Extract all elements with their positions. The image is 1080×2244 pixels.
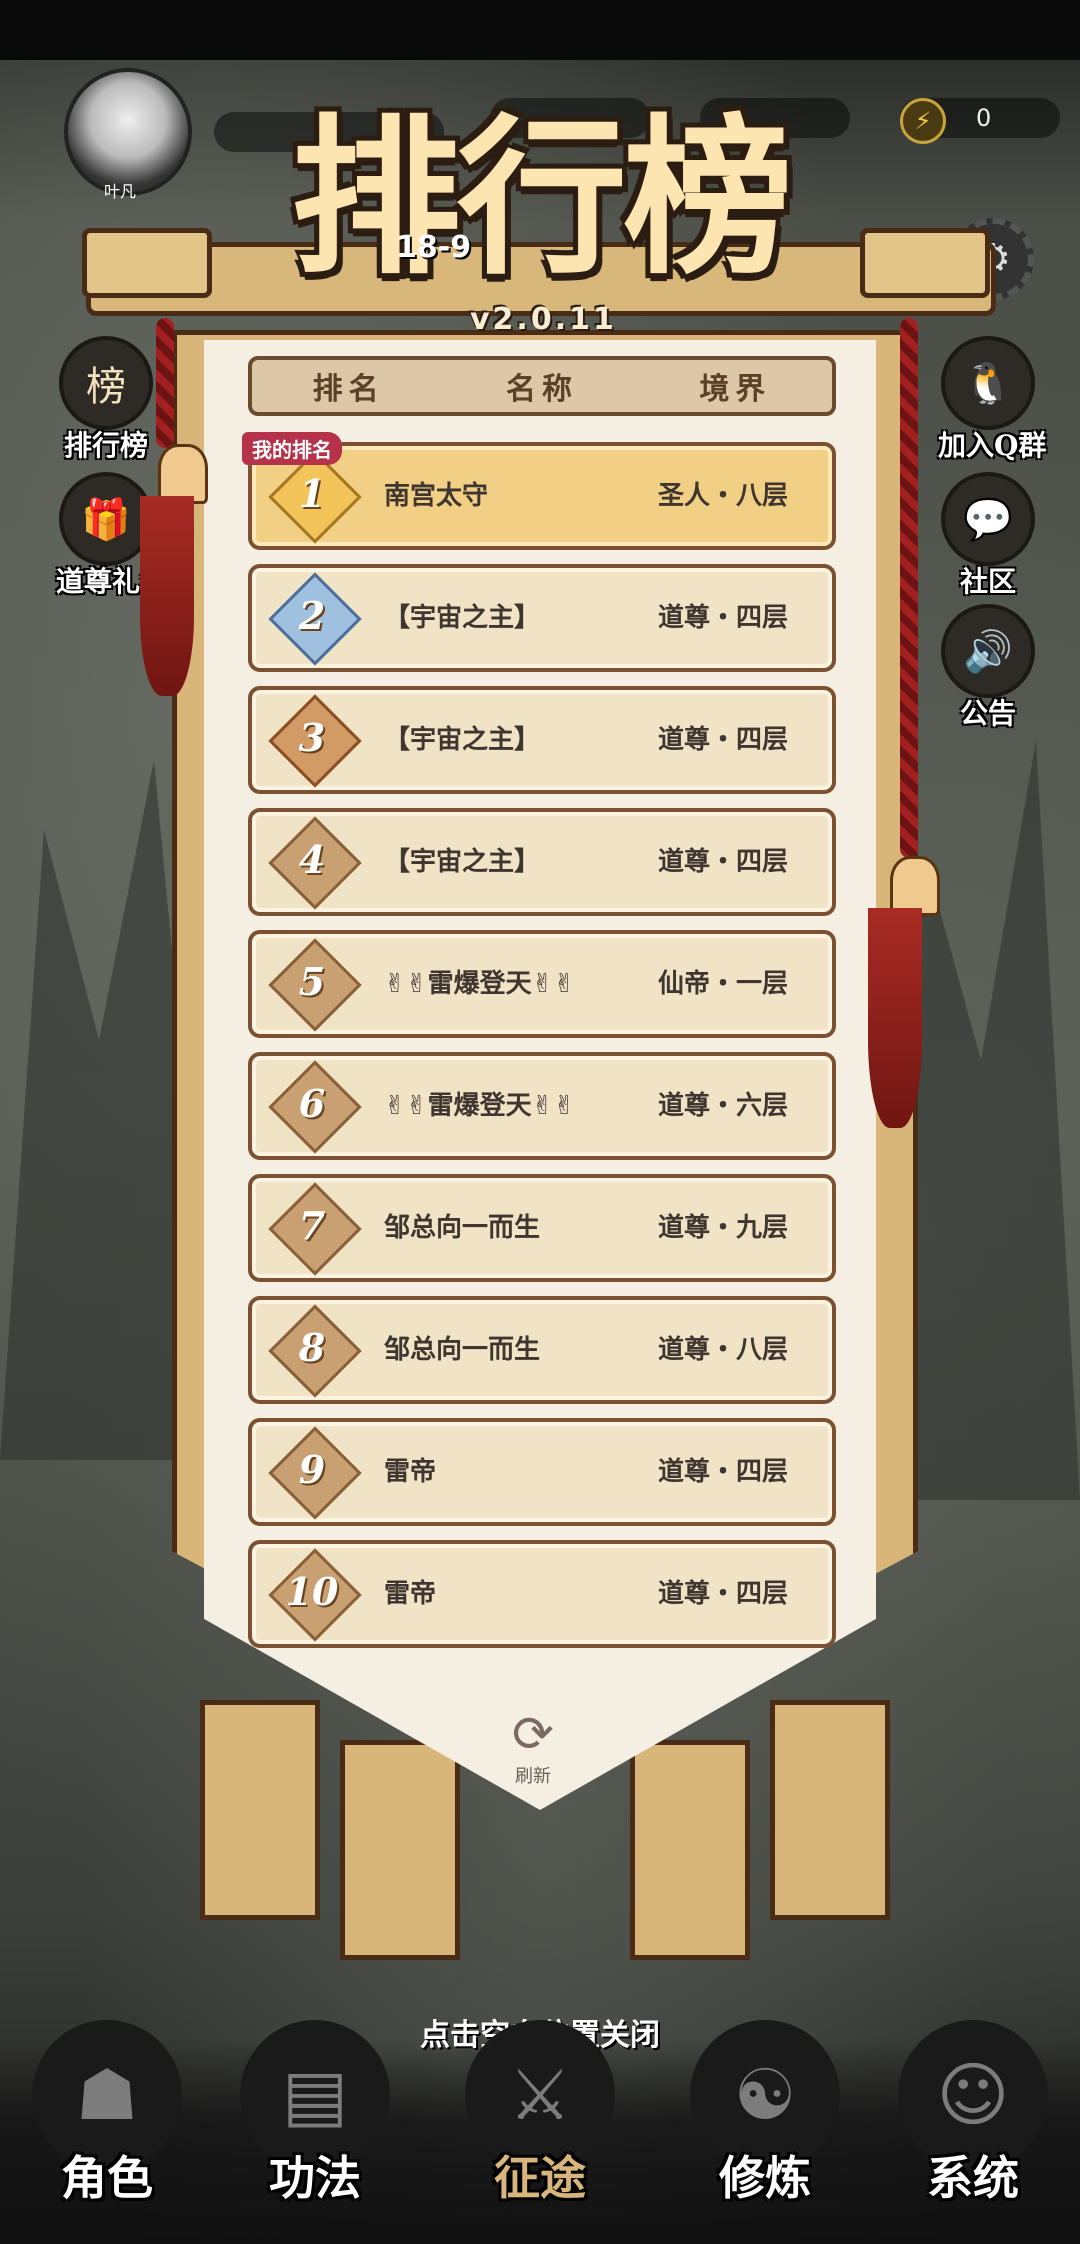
side-button-community[interactable]: 💬 社区 [938,472,1038,600]
nav-tab-label: 修炼 [719,2151,811,2205]
player-name: ✌✌雷爆登天✌✌ [384,1091,576,1121]
player-name: 南宫太守 [384,481,489,511]
nav-tab-character[interactable]: ☗ 角色 [22,2020,192,2240]
player-realm: 道尊・八层 [657,1335,788,1365]
player-name: 雷帝 [384,1579,437,1609]
side-button-qq-group[interactable]: 🐧 加入Q群 [938,336,1047,464]
header-rank: 排名 [312,372,385,407]
qq-penguin-icon: 🐧 [941,336,1035,430]
player-realm: 道尊・四层 [657,603,788,633]
table-row[interactable]: 4 【宇宙之主】 道尊・四层 [248,808,836,916]
tassel-knot-right [890,856,940,916]
refresh-button[interactable]: ⟳ 刷新 [503,1706,563,1788]
table-row[interactable]: 8 邹总向一而生 道尊・八层 [248,1296,836,1404]
player-realm: 道尊・四层 [657,1579,788,1609]
player-realm: 道尊・六层 [657,1091,788,1121]
tassel-tail-right [868,908,922,1128]
rank-number: 3 [298,715,326,760]
header-realm: 境界 [699,372,772,407]
player-realm: 道尊・四层 [657,1457,788,1487]
player-name: ✌✌雷爆登天✌✌ [384,969,576,999]
nav-tab-journey[interactable]: ⚔ 征途 [455,2020,625,2240]
table-row[interactable]: 9 雷帝 道尊・四层 [248,1418,836,1526]
refresh-icon: ⟳ [512,1705,554,1763]
player-name: 雷帝 [384,1457,437,1487]
refresh-label: 刷新 [515,1766,551,1787]
player-name: 邹总向一而生 [384,1335,541,1365]
chat-bubble-icon: 💬 [941,472,1035,566]
tassel-tail-left [140,496,194,696]
table-row[interactable]: 10 雷帝 道尊・四层 [248,1540,836,1648]
player-realm: 圣人・八层 [657,481,788,511]
nav-tab-label: 系统 [927,2151,1019,2205]
player-realm: 道尊・四层 [657,847,788,877]
nav-tab-label: 征途 [494,2151,586,2205]
side-button-label: 社区 [959,565,1016,598]
player-name: 【宇宙之主】 [384,603,541,633]
table-row[interactable]: 6 ✌✌雷爆登天✌✌ 道尊・六层 [248,1052,836,1160]
player-realm: 道尊・九层 [657,1213,788,1243]
table-row[interactable]: 3 【宇宙之主】 道尊・四层 [248,686,836,794]
banner-fringe [630,1740,750,1960]
side-button-label: 公告 [959,697,1016,730]
page-title: 排行榜 [290,98,793,298]
side-button-ranking[interactable]: 榜 排行榜 [56,336,156,464]
speaker-icon: 🔊 [941,604,1035,698]
rank-number: 4 [298,837,326,882]
tassel-knot-left [158,444,208,504]
player-name: 邹总向一而生 [384,1213,541,1243]
rank-number: 7 [298,1203,326,1248]
rank-number: 6 [298,1081,326,1126]
rank-number: 8 [298,1325,326,1370]
nav-tab-skills[interactable]: ▤ 功法 [230,2020,400,2240]
side-button-label: 加入Q群 [938,429,1047,462]
player-realm: 仙帝・一层 [657,969,788,999]
rank-number: 10 [285,1569,339,1614]
nav-tab-label: 角色 [61,2151,153,2205]
status-bar [0,0,1080,60]
tassel-cord-left [156,318,174,448]
ranking-table-header: 排名 名称 境界 [248,356,836,416]
player-name: 【宇宙之主】 [384,847,541,877]
table-row[interactable]: 7 邹总向一而生 道尊・九层 [248,1174,836,1282]
my-rank-tag: 我的排名 [242,432,342,465]
side-button-label: 排行榜 [63,429,148,462]
tassel-cord-right [900,318,918,858]
player-realm: 道尊・四层 [657,725,788,755]
banner-fringe [340,1740,460,1960]
nav-tab-system[interactable]: ☺ 系统 [888,2020,1058,2240]
gift-box-icon: 🎁 [59,472,153,566]
table-row[interactable]: 2 【宇宙之主】 道尊・四层 [248,564,836,672]
player-name: 【宇宙之主】 [384,725,541,755]
version-label: v2.0.11 [470,302,617,337]
header-name: 名称 [505,372,578,407]
rank-number: 2 [298,593,326,638]
nav-tab-cultivation[interactable]: ☯ 修炼 [680,2020,850,2240]
table-row[interactable]: 5 ✌✌雷爆登天✌✌ 仙帝・一层 [248,930,836,1038]
nav-tab-label: 功法 [269,2151,361,2205]
stage-level: 18-9 [396,230,472,265]
rank-number: 5 [298,959,326,1004]
ranking-scroll-icon: 榜 [59,336,153,430]
rank-number: 1 [298,471,326,516]
side-button-notice[interactable]: 🔊 公告 [938,604,1038,732]
rank-number: 9 [298,1447,326,1492]
